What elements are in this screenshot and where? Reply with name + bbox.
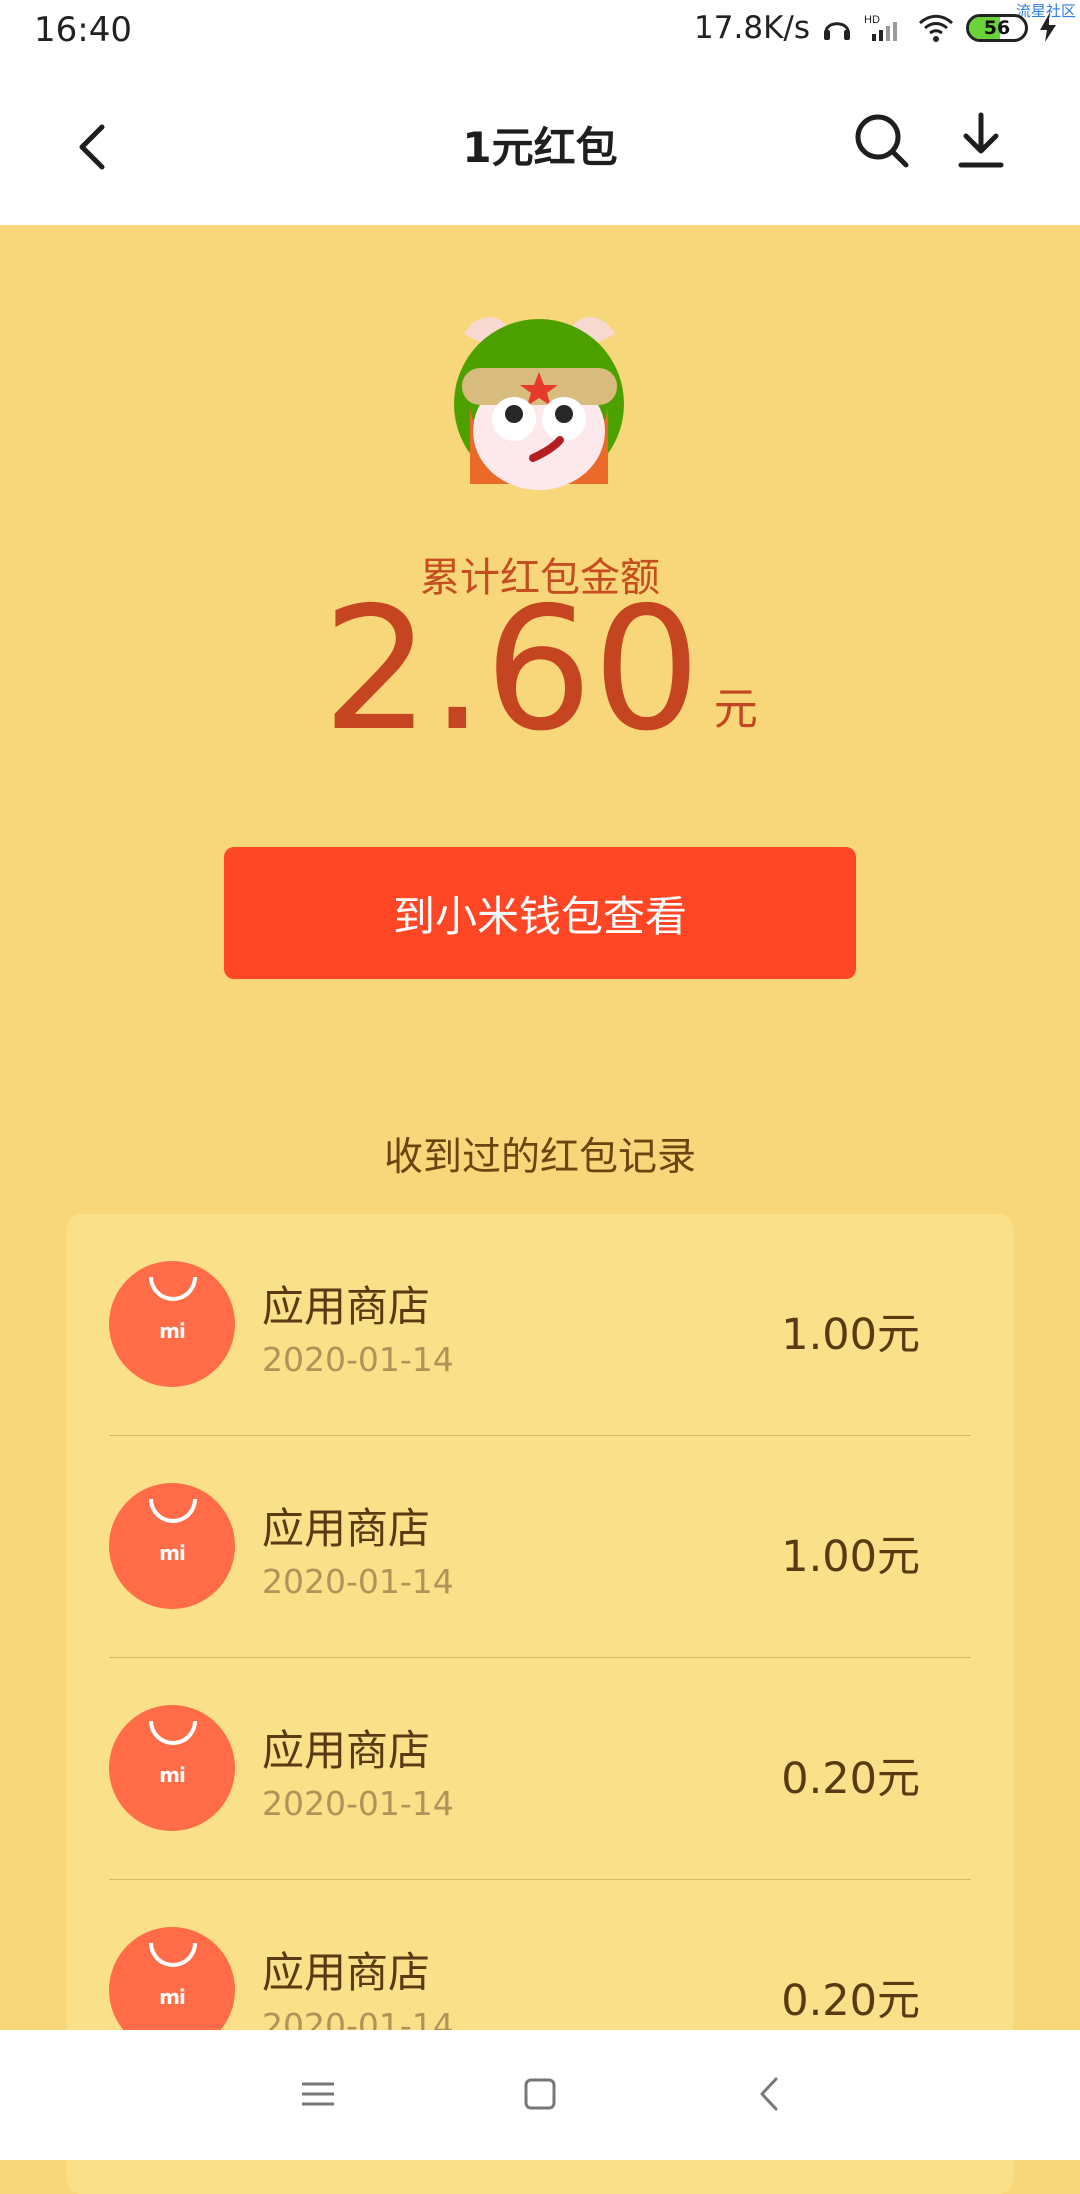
menu-icon — [298, 2077, 338, 2115]
download-button[interactable] — [946, 108, 1016, 178]
record-amount: 1.00元 — [781, 1310, 920, 1360]
record-name: 应用商店 — [262, 1948, 431, 1997]
status-time: 16:40 — [34, 10, 132, 50]
bag-handle-shape — [149, 1943, 197, 1967]
app-header: 1元红包 — [0, 70, 1080, 225]
record-row[interactable]: mi 应用商店 2020-01-14 0.20元 — [67, 1658, 1013, 1880]
network-speed: 17.8K/s — [694, 10, 810, 46]
view-in-mi-wallet-button[interactable]: 到小米钱包查看 — [224, 847, 856, 979]
signal-icon: HD — [864, 11, 906, 45]
record-name: 应用商店 — [262, 1504, 431, 1553]
status-right: 17.8K/s HD 56 — [694, 10, 1058, 46]
record-row[interactable]: mi 应用商店 2020-01-14 1.00元 — [67, 1436, 1013, 1658]
back-button[interactable] — [64, 114, 120, 184]
mi-bunny-avatar-icon — [452, 308, 627, 496]
total-amount-row: 2.60 元 — [0, 585, 1080, 760]
mi-brand-text: mi — [159, 1319, 186, 1343]
bag-handle-shape — [149, 1277, 197, 1301]
status-bar: 16:40 流星社区 17.8K/s HD 56 — [0, 0, 1080, 70]
recent-apps-button[interactable] — [283, 2061, 353, 2131]
bag-handle-shape — [149, 1721, 197, 1745]
search-icon — [850, 109, 914, 177]
record-date: 2020-01-14 — [262, 1784, 454, 1823]
record-amount: 0.20元 — [781, 1976, 920, 2026]
system-navigation-bar — [0, 2030, 1080, 2160]
record-row[interactable]: mi 应用商店 2020-01-14 1.00元 — [67, 1214, 1013, 1436]
charging-icon — [1038, 13, 1058, 43]
record-date: 2020-01-14 — [262, 1340, 454, 1379]
home-square-icon — [521, 2075, 559, 2117]
back-arrow-icon — [72, 119, 112, 179]
record-date: 2020-01-14 — [262, 1562, 454, 1601]
mi-store-bag-icon: mi — [109, 1483, 235, 1609]
battery-icon: 56 — [966, 14, 1028, 42]
bag-handle-shape — [149, 1499, 197, 1523]
mi-brand-text: mi — [159, 1541, 186, 1565]
total-amount-unit: 元 — [713, 684, 758, 735]
mi-store-bag-icon: mi — [109, 1705, 235, 1831]
mi-brand-text: mi — [159, 1763, 186, 1787]
mi-store-bag-icon: mi — [109, 1261, 235, 1387]
view-in-mi-wallet-label: 到小米钱包查看 — [392, 891, 687, 941]
records-title: 收到过的红包记录 — [383, 1135, 696, 1180]
page-title: 1元红包 — [462, 123, 618, 172]
nav-back-icon — [754, 2073, 784, 2119]
wifi-icon — [916, 11, 956, 45]
record-amount: 1.00元 — [781, 1532, 920, 1582]
svg-text:HD: HD — [864, 14, 880, 26]
back-nav-button[interactable] — [734, 2061, 804, 2131]
record-name: 应用商店 — [262, 1726, 431, 1775]
total-amount-value: 2.60 — [322, 571, 701, 769]
record-name: 应用商店 — [262, 1282, 431, 1331]
download-icon — [953, 109, 1009, 177]
record-amount: 0.20元 — [781, 1754, 920, 1804]
battery-level: 56 — [983, 16, 1011, 39]
mi-brand-text: mi — [159, 1985, 186, 2009]
home-button[interactable] — [505, 2061, 575, 2131]
headphones-icon — [820, 11, 854, 45]
search-button[interactable] — [846, 107, 918, 179]
